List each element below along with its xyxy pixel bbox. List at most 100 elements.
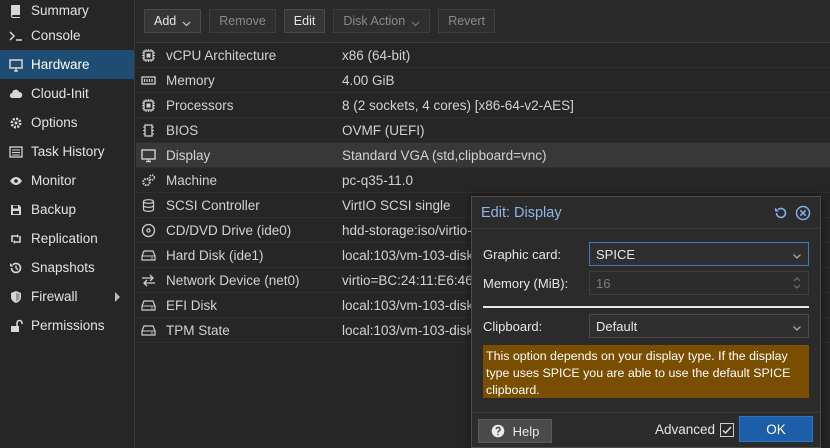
- sidebar-item-backup[interactable]: Backup: [0, 195, 134, 224]
- hdd-icon: [140, 297, 156, 313]
- table-row[interactable]: Display Standard VGA (std,clipboard=vnc): [136, 143, 830, 168]
- clipboard-row: Clipboard: Default: [483, 314, 809, 338]
- memory-input[interactable]: 16: [589, 271, 809, 295]
- table-row[interactable]: Memory 4.00 GiB: [136, 68, 830, 93]
- cpu-icon: [140, 97, 156, 113]
- sidebar-item-monitor[interactable]: Monitor: [0, 166, 134, 195]
- exchange-icon: [140, 272, 156, 288]
- list-icon: [8, 144, 24, 160]
- row-name: Display: [166, 147, 211, 163]
- graphic-card-row: Graphic card: SPICE: [483, 242, 809, 266]
- reset-icon[interactable]: [773, 205, 789, 221]
- row-name: TPM State: [166, 322, 230, 338]
- gear-icon: [8, 115, 24, 131]
- clipboard-label: Clipboard:: [483, 318, 543, 334]
- row-name: Hard Disk (ide1): [166, 247, 264, 263]
- sidebar-item-summary[interactable]: Summary: [0, 0, 134, 21]
- clipboard-select[interactable]: Default: [589, 314, 809, 338]
- clipboard-value: Default: [596, 318, 638, 334]
- chip-icon: [140, 122, 156, 138]
- row-name: vCPU Architecture: [166, 47, 277, 63]
- cogs-icon: [140, 172, 156, 188]
- sidebar: Summary Console Hardware Cloud-Init Opti…: [0, 0, 135, 448]
- sidebar-item-label: Firewall: [31, 289, 78, 304]
- dialog-tools: [767, 205, 811, 221]
- graphic-card-select[interactable]: SPICE: [589, 242, 809, 266]
- advanced-label: Advanced: [655, 422, 716, 437]
- sidebar-item-replication[interactable]: Replication: [0, 224, 134, 253]
- dialog-footer: Help Advanced OK: [472, 412, 820, 447]
- table-row[interactable]: vCPU Architecture x86 (64-bit): [136, 43, 830, 68]
- history-icon: [8, 260, 24, 276]
- check-icon: [722, 426, 732, 434]
- sidebar-item-label: Console: [31, 28, 81, 43]
- revert-button[interactable]: Revert: [438, 9, 496, 33]
- sidebar-item-hardware[interactable]: Hardware: [0, 50, 134, 79]
- sidebar-item-label: Cloud-Init: [31, 86, 89, 101]
- sidebar-item-label: Permissions: [31, 318, 105, 333]
- terminal-icon: [8, 28, 24, 44]
- unlock-icon: [8, 318, 24, 334]
- clipboard-warning: This option depends on your display type…: [483, 345, 809, 398]
- sidebar-item-label: Monitor: [31, 173, 77, 188]
- row-value: OVMF (UEFI): [342, 122, 425, 138]
- table-row[interactable]: Processors 8 (2 sockets, 4 cores) [x86-6…: [136, 93, 830, 118]
- advanced-toggle[interactable]: Advanced: [655, 422, 735, 437]
- table-row[interactable]: BIOS OVMF (UEFI): [136, 118, 830, 143]
- table-row[interactable]: Machine pc-q35-11.0: [136, 168, 830, 193]
- add-button[interactable]: Add: [144, 9, 202, 33]
- row-name: BIOS: [166, 122, 199, 138]
- row-value: pc-q35-11.0: [342, 172, 414, 188]
- cloud-icon: [8, 86, 24, 102]
- sidebar-item-options[interactable]: Options: [0, 108, 134, 137]
- hardware-toolbar: Add Remove Edit Disk Action Revert: [136, 0, 830, 43]
- hdd-icon: [140, 247, 156, 263]
- close-icon[interactable]: [795, 205, 811, 221]
- edit-display-dialog: Edit: Display Graphic card: SPICE Memory…: [471, 196, 821, 448]
- sidebar-item-firewall[interactable]: Firewall: [0, 282, 134, 311]
- sidebar-item-label: Replication: [31, 231, 98, 246]
- chevron-down-icon[interactable]: [792, 321, 802, 331]
- disc-icon: [140, 222, 156, 238]
- memory-icon: [140, 72, 156, 88]
- sidebar-item-label: Task History: [31, 144, 105, 159]
- sidebar-item-permissions[interactable]: Permissions: [0, 311, 134, 340]
- row-name: EFI Disk: [166, 297, 218, 313]
- row-value: local:103/vm-103-disk: [342, 322, 474, 338]
- ok-button[interactable]: OK: [739, 416, 813, 442]
- sidebar-item-label: Options: [31, 115, 78, 130]
- row-name: CD/DVD Drive (ide0): [166, 222, 292, 238]
- chevron-down-icon: [182, 17, 191, 26]
- sidebar-item-snapshots[interactable]: Snapshots: [0, 253, 134, 282]
- sidebar-item-task-history[interactable]: Task History: [0, 137, 134, 166]
- sidebar-item-cloud-init[interactable]: Cloud-Init: [0, 79, 134, 108]
- hdd-icon: [140, 322, 156, 338]
- help-button-label: Help: [512, 423, 540, 439]
- remove-button[interactable]: Remove: [209, 9, 276, 33]
- question-circle-icon: [491, 424, 505, 438]
- row-value: 8 (2 sockets, 4 cores) [x86-64-v2-AES]: [342, 97, 574, 113]
- row-value: hdd-storage:iso/virtio-: [342, 222, 472, 238]
- graphic-card-label: Graphic card:: [483, 246, 562, 262]
- help-button[interactable]: Help: [478, 419, 552, 443]
- memory-label: Memory (MiB):: [483, 275, 569, 291]
- disk-action-button[interactable]: Disk Action: [333, 9, 431, 33]
- eye-icon: [8, 173, 24, 189]
- row-value: x86 (64-bit): [342, 47, 411, 63]
- edit-button-label: Edit: [293, 14, 316, 28]
- chevron-down-icon: [411, 17, 420, 26]
- row-value: virtio=BC:24:11:E6:46: [342, 272, 473, 288]
- advanced-checkbox[interactable]: [720, 422, 735, 437]
- book-icon: [8, 3, 24, 19]
- row-name: Processors: [166, 97, 234, 113]
- edit-button[interactable]: Edit: [283, 9, 326, 33]
- form-divider: [483, 306, 809, 308]
- spinner-icon[interactable]: [793, 275, 801, 291]
- chevron-down-icon[interactable]: [792, 249, 802, 259]
- row-value: Standard VGA (std,clipboard=vnc): [342, 147, 547, 163]
- disk-action-button-label: Disk Action: [343, 14, 406, 28]
- memory-value: 16: [596, 275, 611, 291]
- ok-button-label: OK: [766, 421, 786, 437]
- sidebar-item-console[interactable]: Console: [0, 21, 134, 50]
- expand-caret-icon[interactable]: [115, 291, 120, 302]
